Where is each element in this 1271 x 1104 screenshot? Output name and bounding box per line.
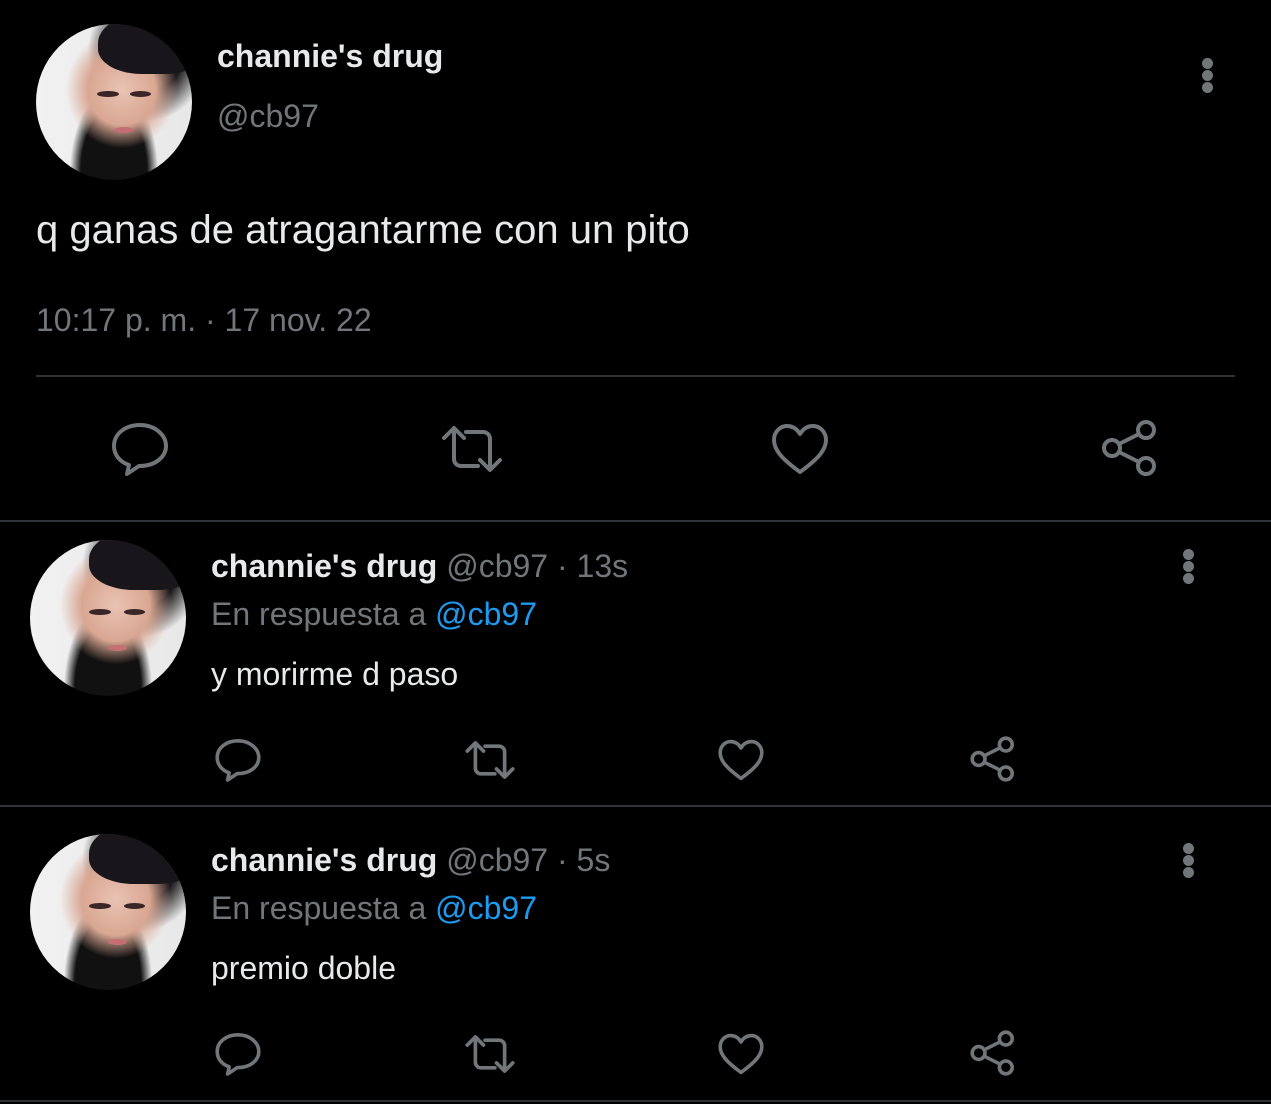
more-options-icon[interactable] <box>1183 843 1195 878</box>
heart-icon[interactable] <box>770 422 830 476</box>
display-name[interactable]: channie's drug <box>217 38 443 75</box>
divider <box>0 1100 1271 1102</box>
divider <box>0 805 1271 807</box>
reply-prefix: En respuesta a <box>211 596 427 632</box>
reply-prefix: En respuesta a <box>211 890 427 926</box>
handle[interactable]: @cb97 <box>217 98 319 135</box>
tweet-text: premio doble <box>211 950 396 986</box>
reply-context: En respuesta a @cb97 <box>211 890 537 927</box>
more-options-icon[interactable] <box>1183 549 1195 584</box>
display-name[interactable]: channie's drug <box>211 548 437 584</box>
comment-icon[interactable] <box>214 738 262 782</box>
reply-header: channie's drug @cb97 · 5s <box>211 842 610 879</box>
retweet-icon[interactable] <box>464 1032 516 1076</box>
handle[interactable]: @cb97 <box>446 548 548 584</box>
divider <box>36 375 1235 377</box>
display-name[interactable]: channie's drug <box>211 842 437 878</box>
tweet-text: q ganas de atragantarme con un pito <box>36 208 690 252</box>
avatar[interactable] <box>36 24 192 180</box>
reply-context: En respuesta a @cb97 <box>211 596 537 633</box>
heart-icon[interactable] <box>717 1032 765 1076</box>
avatar[interactable] <box>30 540 186 696</box>
avatar[interactable] <box>30 834 186 990</box>
more-options-icon[interactable] <box>1202 58 1214 93</box>
handle[interactable]: @cb97 <box>446 842 548 878</box>
divider <box>0 520 1271 522</box>
retweet-icon[interactable] <box>464 738 516 782</box>
retweet-icon[interactable] <box>440 422 504 476</box>
share-icon[interactable] <box>967 735 1019 783</box>
heart-icon[interactable] <box>717 738 765 782</box>
share-icon[interactable] <box>967 1029 1019 1077</box>
reply-to-link[interactable]: @cb97 <box>435 890 537 926</box>
comment-icon[interactable] <box>214 1032 262 1076</box>
share-icon[interactable] <box>1098 418 1162 478</box>
reply-header: channie's drug @cb97 · 13s <box>211 548 628 585</box>
tweet-age[interactable]: · 5s <box>557 842 610 878</box>
tweet-timestamp[interactable]: 10:17 p. m. · 17 nov. 22 <box>36 302 372 339</box>
tweet-age[interactable]: · 13s <box>557 548 628 584</box>
tweet-text: y morirme d paso <box>211 656 459 692</box>
comment-icon[interactable] <box>110 422 170 476</box>
reply-to-link[interactable]: @cb97 <box>435 596 537 632</box>
